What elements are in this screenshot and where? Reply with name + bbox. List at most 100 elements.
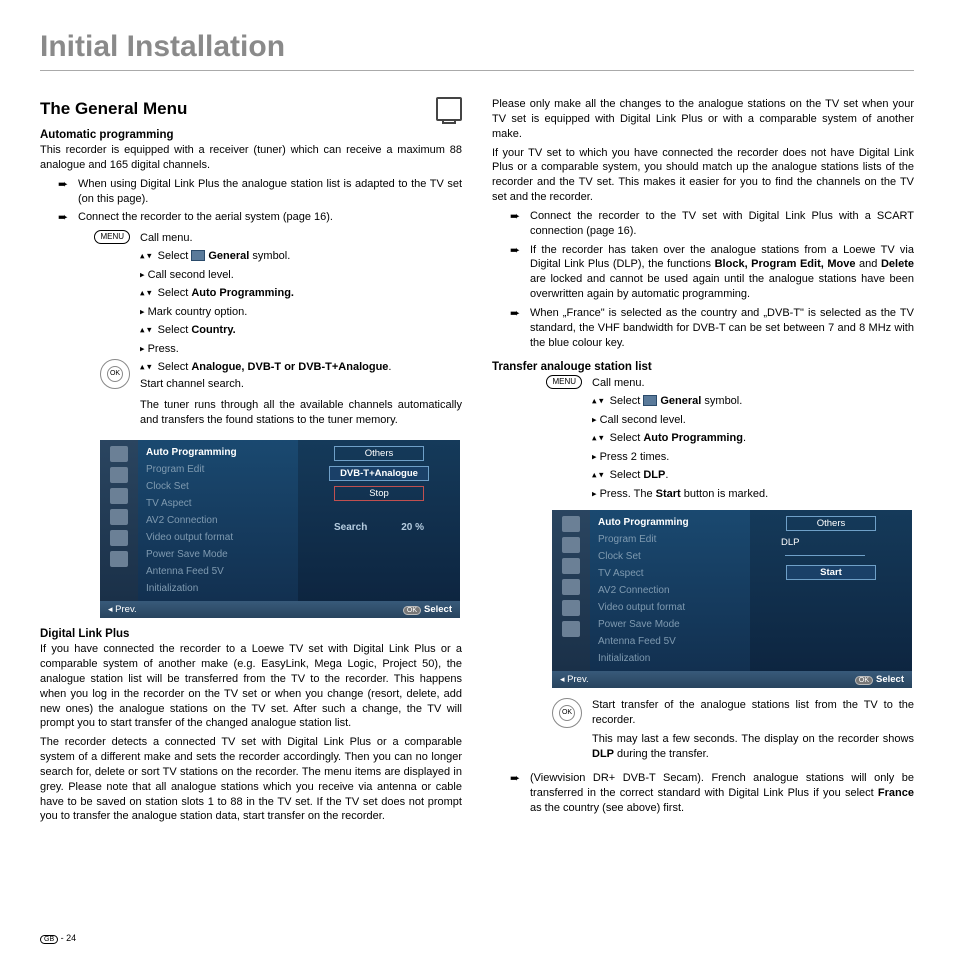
step-text: Select bbox=[610, 469, 641, 481]
bullet-text: If the recorder has taken over the analo… bbox=[530, 243, 914, 302]
osd-sidebar bbox=[100, 440, 138, 601]
up-down-icon: ▴ ▾ bbox=[140, 288, 152, 298]
pointer-icon: ➨ bbox=[510, 306, 524, 322]
ok-button-icon bbox=[100, 359, 130, 389]
pointer-icon: ➨ bbox=[58, 177, 72, 193]
up-down-icon: ▴ ▾ bbox=[140, 362, 152, 372]
step-text: button is marked. bbox=[681, 488, 768, 500]
osd-item-auto: Auto Programming bbox=[598, 514, 742, 531]
osd-side-icon bbox=[562, 516, 580, 532]
bullet-text: When using Digital Link Plus the analogu… bbox=[78, 177, 462, 207]
osd-others-button: Others bbox=[786, 516, 876, 531]
osd-item: Clock Set bbox=[598, 548, 742, 565]
bullet-text: When „France" is selected as the country… bbox=[530, 306, 914, 351]
transfer-heading: Transfer analouge station list bbox=[492, 361, 914, 373]
osd-footer: ◂ Prev. OKSelect bbox=[100, 601, 460, 618]
step-bold: Analogue, DVB-T or DVB-T+Analogue bbox=[191, 361, 388, 373]
right-icon: ▸ bbox=[140, 269, 145, 279]
after-para-2: This may last a few seconds. The display… bbox=[592, 732, 914, 762]
osd-item-auto: Auto Programming bbox=[146, 444, 290, 461]
osd-screenshot-2: Auto Programming Program Edit Clock Set … bbox=[552, 510, 912, 688]
step-text: Press. bbox=[148, 343, 179, 355]
osd-side-icon bbox=[110, 530, 128, 546]
tv-icon bbox=[436, 97, 462, 121]
osd-item: AV2 Connection bbox=[598, 582, 742, 599]
step-bold: Auto Programming. bbox=[191, 287, 294, 299]
osd-item: AV2 Connection bbox=[146, 512, 290, 529]
osd-others-button: Others bbox=[334, 446, 424, 461]
osd-menu-list: Auto Programming Program Edit Clock Set … bbox=[590, 510, 750, 671]
osd-item: Video output format bbox=[146, 529, 290, 546]
step-bold: DLP bbox=[643, 469, 665, 481]
bullet-text: Connect the recorder to the aerial syste… bbox=[78, 210, 462, 225]
osd-item: TV Aspect bbox=[598, 565, 742, 582]
osd-right-panel: Others DVB-T+Analogue Stop Search 20 % bbox=[298, 440, 460, 601]
step-text: Select bbox=[158, 250, 189, 262]
gb-badge: GB bbox=[40, 935, 58, 944]
osd-item: Power Save Mode bbox=[598, 616, 742, 633]
step-text: symbol. bbox=[252, 250, 290, 262]
osd-search-label: Search bbox=[334, 522, 367, 533]
osd-side-icon bbox=[110, 509, 128, 525]
osd-item: Program Edit bbox=[598, 531, 742, 548]
step-text: Call second level. bbox=[148, 269, 234, 281]
right-icon: ▸ bbox=[140, 343, 145, 353]
right-icon: ▸ bbox=[592, 414, 597, 424]
dlp-para-2: The recorder detects a connected TV set … bbox=[40, 735, 462, 824]
step-text: Call menu. bbox=[592, 375, 914, 392]
step-text: Press 2 times. bbox=[600, 451, 670, 463]
right-column: Please only make all the changes to the … bbox=[492, 97, 914, 828]
up-down-icon: ▴ ▾ bbox=[140, 325, 152, 335]
step-text: Press. The bbox=[600, 488, 656, 500]
up-down-icon: ▴ ▾ bbox=[592, 395, 604, 405]
osd-prev: ◂ Prev. bbox=[560, 674, 589, 685]
right-icon: ▸ bbox=[140, 306, 145, 316]
left-column: The General Menu Automatic programming T… bbox=[40, 97, 462, 828]
osd-footer: ◂ Prev. OKSelect bbox=[552, 671, 912, 688]
osd-item: Antenna Feed 5V bbox=[598, 633, 742, 650]
pointer-icon: ➨ bbox=[510, 209, 524, 225]
pointer-icon: ➨ bbox=[510, 771, 524, 787]
up-down-icon: ▴ ▾ bbox=[592, 469, 604, 479]
osd-side-icon bbox=[110, 467, 128, 483]
osd-item: Antenna Feed 5V bbox=[146, 563, 290, 580]
page-footer: GB - 24 bbox=[40, 933, 76, 944]
general-icon bbox=[191, 250, 205, 261]
up-down-icon: ▴ ▾ bbox=[592, 432, 604, 442]
step-text: Select bbox=[610, 395, 641, 407]
osd-dvbt-button: DVB-T+Analogue bbox=[329, 466, 429, 481]
osd-side-icon bbox=[562, 537, 580, 553]
osd-prev: ◂ Prev. bbox=[108, 604, 137, 615]
page-title: Initial Installation bbox=[40, 30, 914, 71]
right-icon: ▸ bbox=[592, 488, 597, 498]
osd-screenshot-1: Auto Programming Program Edit Clock Set … bbox=[100, 440, 460, 618]
osd-side-icon bbox=[562, 621, 580, 637]
step-note: The tuner runs through all the available… bbox=[140, 398, 462, 428]
step-text: Select bbox=[610, 432, 641, 444]
osd-stop-button: Stop bbox=[334, 486, 424, 501]
section-heading: The General Menu bbox=[40, 97, 462, 121]
step-text: symbol. bbox=[704, 395, 742, 407]
step-bold: Country. bbox=[191, 324, 235, 336]
osd-side-icon bbox=[110, 551, 128, 567]
osd-dlp-field: DLP bbox=[771, 536, 891, 560]
menu-button-icon: MENU bbox=[546, 375, 582, 389]
osd-item: Clock Set bbox=[146, 478, 290, 495]
bullet-text: (Viewvision DR+ DVB-T Secam). French ana… bbox=[530, 771, 914, 816]
step-text: Select bbox=[158, 287, 189, 299]
osd-start-button: Start bbox=[786, 565, 876, 580]
general-label: General bbox=[208, 250, 249, 262]
step-text: Call menu. bbox=[140, 230, 462, 247]
pointer-icon: ➨ bbox=[58, 210, 72, 226]
heading-text: The General Menu bbox=[40, 99, 187, 119]
osd-item: Power Save Mode bbox=[146, 546, 290, 563]
osd-side-icon bbox=[110, 446, 128, 462]
osd-menu-list: Auto Programming Program Edit Clock Set … bbox=[138, 440, 298, 601]
menu-button-icon: MENU bbox=[94, 230, 130, 244]
osd-select: OKSelect bbox=[403, 604, 452, 615]
dlp-para-1: If you have connected the recorder to a … bbox=[40, 642, 462, 731]
osd-search-status: Search 20 % bbox=[334, 522, 424, 533]
osd-item: Initialization bbox=[598, 650, 742, 667]
step-text: Mark country option. bbox=[148, 306, 248, 318]
osd-item: TV Aspect bbox=[146, 495, 290, 512]
